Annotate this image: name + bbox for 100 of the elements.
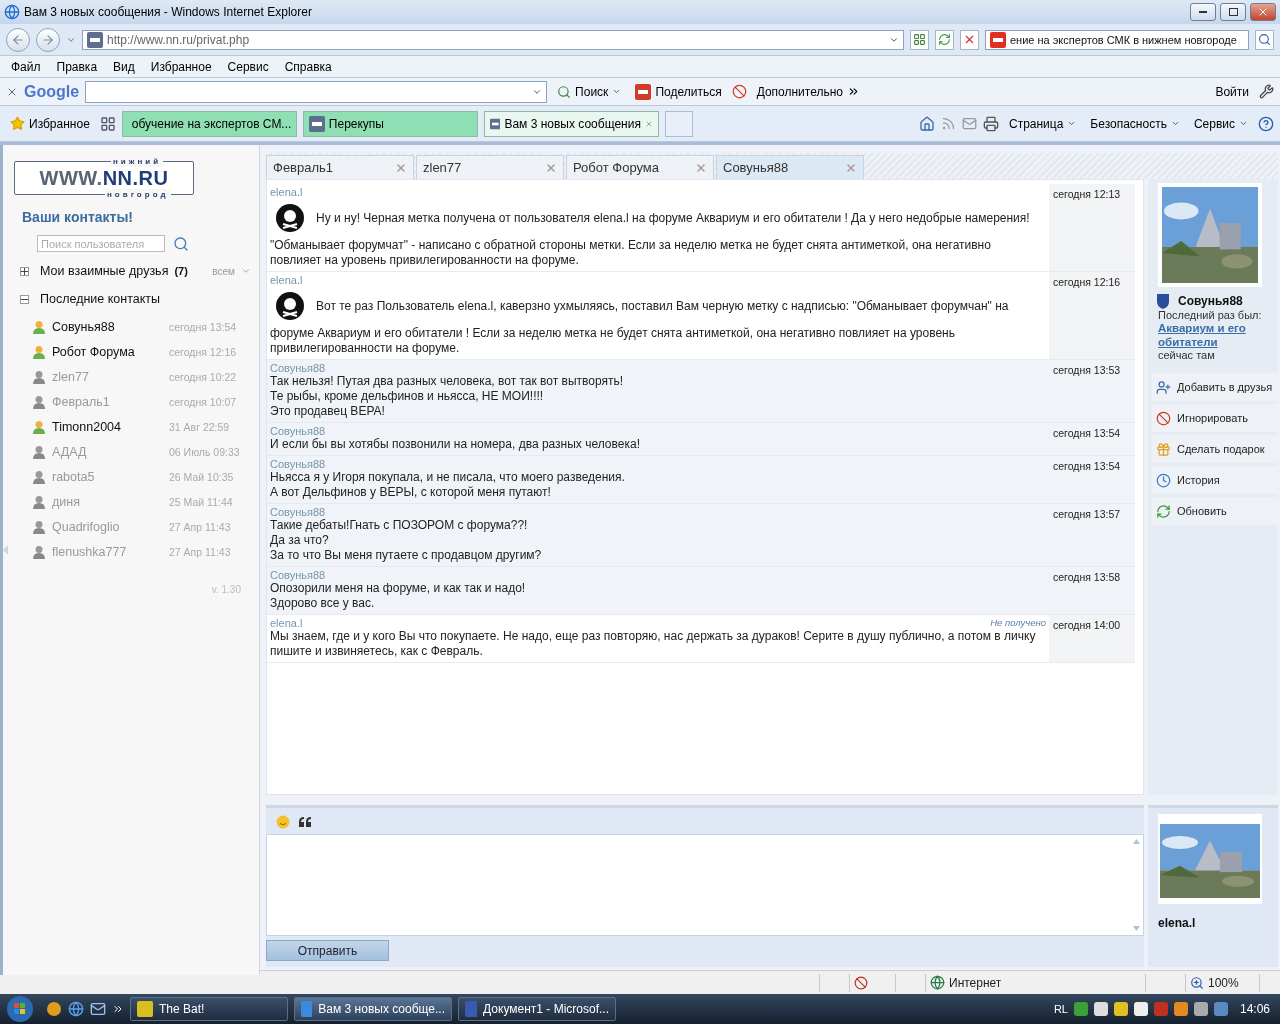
browser-tab[interactable]: Перекупы xyxy=(302,110,478,137)
tray-icon[interactable] xyxy=(1193,1002,1208,1016)
contact-name[interactable]: Timonn2004 xyxy=(52,419,163,434)
search-button[interactable]: Поиск xyxy=(553,84,626,99)
address-field[interactable]: http://www.nn.ru/privat.php xyxy=(82,29,904,50)
close-icon[interactable] xyxy=(395,161,407,174)
action-button[interactable]: История xyxy=(1152,466,1278,494)
taskbar-button[interactable]: Вам 3 новых сообще... xyxy=(294,997,452,1021)
user-icon xyxy=(32,469,46,484)
settings-icon[interactable] xyxy=(1259,84,1274,99)
action-button[interactable]: Добавить в друзья xyxy=(1152,373,1278,401)
message-time: сегодня 13:58 xyxy=(1049,567,1135,614)
zoom-icon[interactable] xyxy=(1190,975,1204,990)
app-icon[interactable] xyxy=(46,1001,62,1017)
refresh-icon xyxy=(1156,503,1171,519)
language-indicator[interactable]: RL xyxy=(1053,1003,1068,1015)
menu-item[interactable]: Избранное xyxy=(145,59,217,74)
contact-time: 31 Авг 22:59 xyxy=(169,420,231,433)
forward-button[interactable] xyxy=(36,27,60,52)
home-icon[interactable] xyxy=(918,115,935,132)
tray-icon[interactable] xyxy=(1093,1002,1108,1016)
tray-icon[interactable] xyxy=(1133,1002,1148,1016)
command-menu[interactable]: Сервис xyxy=(1189,116,1252,131)
sign-in-button[interactable]: Войти xyxy=(1211,84,1253,99)
back-button[interactable] xyxy=(6,27,30,52)
smiley-icon[interactable] xyxy=(276,815,290,829)
more-icon[interactable] xyxy=(112,1003,124,1015)
command-menu[interactable]: Безопасность xyxy=(1086,116,1184,131)
logo-text: нижний xyxy=(111,156,164,167)
browser-logo-icon xyxy=(4,4,20,20)
tray-icon[interactable] xyxy=(1173,1002,1188,1016)
close-icon[interactable] xyxy=(695,161,707,174)
site-icon xyxy=(87,31,103,48)
search-field[interactable]: ение на экспертов СМК в нижнем новгороде xyxy=(985,29,1249,50)
share-button[interactable]: Поделиться xyxy=(631,83,726,100)
user-name: elena.l xyxy=(1158,916,1197,930)
favorites-button[interactable]: Избранное xyxy=(6,116,94,131)
close-icon[interactable] xyxy=(545,161,557,174)
menu-item[interactable]: Вид xyxy=(108,59,140,74)
contact-time: 26 Май 10:35 xyxy=(169,470,235,483)
message-text: Да за что? xyxy=(270,533,330,548)
collapse-icon[interactable] xyxy=(20,294,29,304)
group-label[interactable]: Последние контакты xyxy=(40,292,161,306)
group-label[interactable]: Мои взаимные друзья xyxy=(40,264,169,278)
mail-icon[interactable] xyxy=(90,1001,106,1017)
more-button[interactable]: Дополнительно xyxy=(752,84,864,99)
minimize-button[interactable] xyxy=(1190,3,1216,21)
minimize-icon xyxy=(1199,11,1207,13)
browser-tab[interactable]: Вам 3 новых сообщения xyxy=(483,110,659,137)
quote-icon[interactable] xyxy=(298,816,312,828)
stop-button[interactable] xyxy=(960,29,979,50)
message-text: И если бы вы хотябы позвонили на номера, два разных человека! xyxy=(270,437,641,452)
start-button[interactable] xyxy=(5,995,35,1023)
tray-icon[interactable] xyxy=(1113,1002,1128,1016)
search-button[interactable] xyxy=(1255,29,1274,50)
quick-tabs-icon[interactable] xyxy=(99,115,116,132)
action-button[interactable]: Сделать подарок xyxy=(1152,435,1278,463)
shield-icon xyxy=(1156,293,1170,309)
feed-icon[interactable] xyxy=(940,116,956,131)
chat-tab[interactable]: zlen77 xyxy=(416,155,564,179)
expand-icon[interactable] xyxy=(20,266,29,276)
menu-item[interactable]: Правка xyxy=(51,59,103,74)
privacy-icon xyxy=(854,975,868,990)
taskbar-button[interactable]: Документ1 - Microsof... xyxy=(458,997,616,1021)
message-text: повлияет на уровень привилегированности на форуме. xyxy=(270,253,580,268)
user-search-field[interactable]: Поиск пользователя xyxy=(37,235,165,252)
contact-name[interactable]: Совунья88 xyxy=(52,319,163,334)
browser-icon[interactable] xyxy=(68,1001,84,1017)
message-time: сегодня 13:57 xyxy=(1049,504,1135,566)
user-icon xyxy=(32,369,46,384)
chat-tab[interactable]: Совунья88 xyxy=(716,155,864,179)
refresh-button[interactable] xyxy=(935,29,954,50)
zoom-level[interactable]: 100% xyxy=(1208,975,1239,990)
browser-tab[interactable]: обучение на экспертов СМ... xyxy=(121,110,297,137)
command-menu[interactable]: Страница xyxy=(1004,116,1081,131)
taskbar-button[interactable]: The Bat! xyxy=(130,997,288,1021)
refresh-icon xyxy=(938,33,951,46)
action-button[interactable]: Игнорировать xyxy=(1152,404,1278,432)
close-icon xyxy=(1257,6,1269,18)
forum-link[interactable]: Аквариум и его обитатели xyxy=(1158,321,1278,349)
action-button[interactable]: Обновить xyxy=(1152,497,1278,525)
caret-icon xyxy=(1067,119,1077,128)
maximize-button[interactable] xyxy=(1220,3,1246,21)
menu-item[interactable]: Сервис xyxy=(222,59,274,74)
logo-text: WWW. xyxy=(39,166,103,190)
contact-name[interactable]: Робот Форума xyxy=(52,344,163,359)
print-icon[interactable] xyxy=(982,115,999,132)
help-icon[interactable] xyxy=(1258,115,1274,132)
message-time: сегодня 13:53 xyxy=(1049,360,1135,422)
menu-item[interactable]: Справка xyxy=(279,59,337,74)
google-search-field[interactable] xyxy=(85,80,548,103)
chat-tab[interactable]: Робот Форума xyxy=(566,155,714,179)
send-button[interactable]: Отправить xyxy=(266,940,389,961)
blocker-icon[interactable] xyxy=(731,84,747,99)
close-button[interactable] xyxy=(1250,3,1276,21)
search-icon[interactable] xyxy=(173,235,189,252)
compatibility-button[interactable] xyxy=(910,29,929,50)
chat-tab[interactable]: Февраль1 xyxy=(266,155,414,179)
menu-item[interactable]: Файл xyxy=(6,59,46,74)
history-icon xyxy=(1156,472,1171,488)
